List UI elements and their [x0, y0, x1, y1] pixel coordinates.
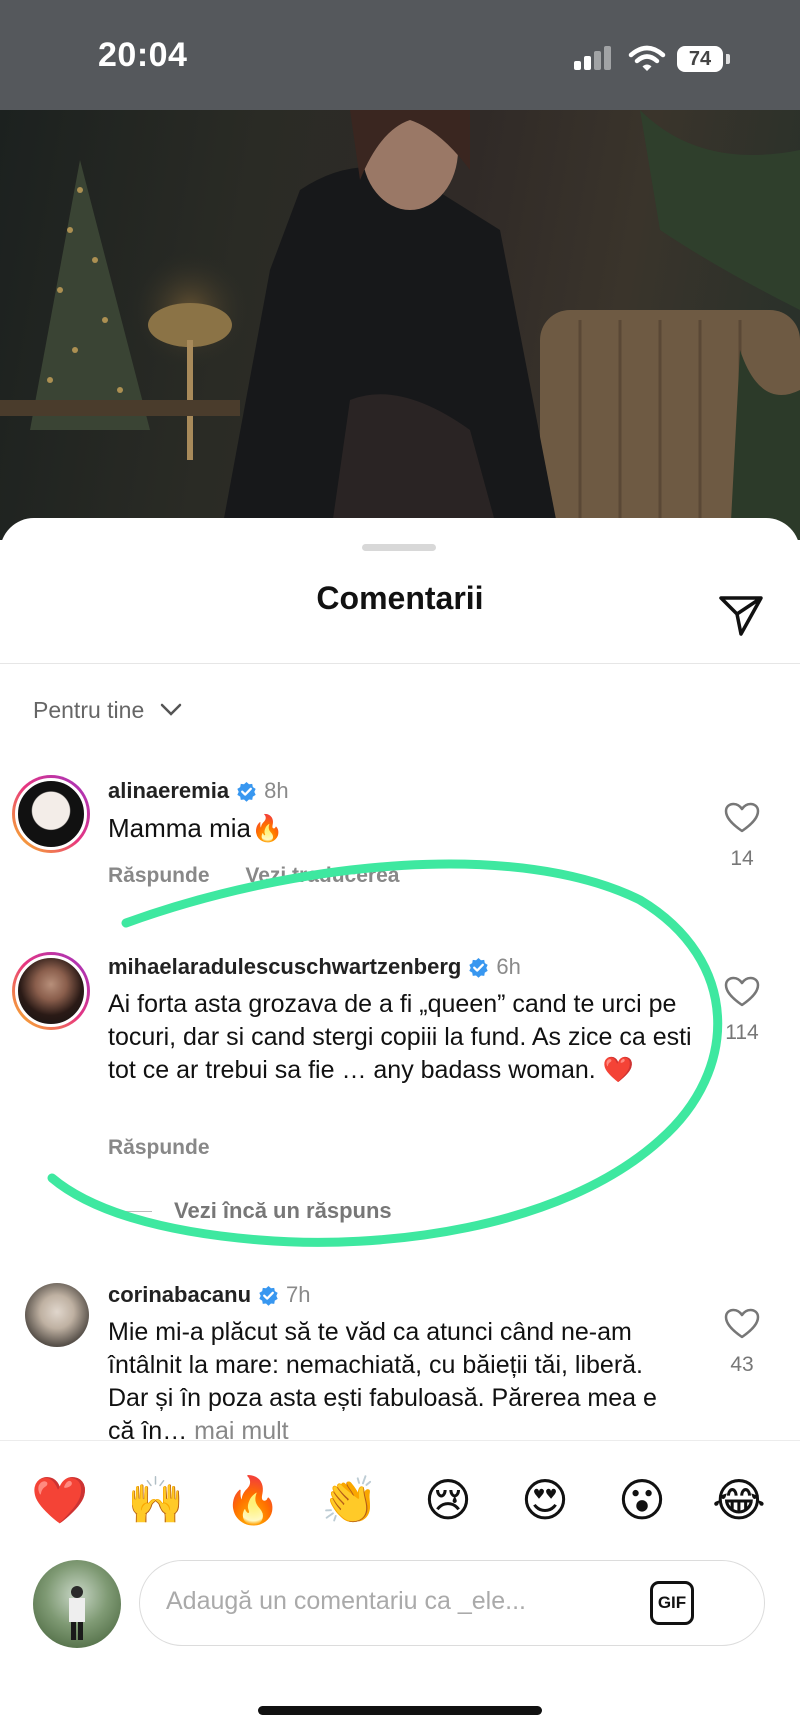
- comment-text: Ai forta asta grozava de a fi „queen” ca…: [108, 990, 692, 1084]
- comment-input-placeholder: Adaugă un comentariu ca _ele...: [166, 1587, 526, 1615]
- post-photo-background: [0, 110, 800, 540]
- sheet-title: Comentarii: [316, 580, 484, 616]
- laughing-reaction-button[interactable]: 😂: [709, 1470, 769, 1530]
- cellular-signal-icon: [572, 44, 612, 74]
- status-time: 20:04: [98, 36, 188, 74]
- home-indicator: [258, 1706, 542, 1715]
- heart-icon[interactable]: [724, 802, 760, 834]
- battery-cap: [726, 54, 730, 64]
- avatar[interactable]: [25, 1283, 89, 1347]
- view-more-replies[interactable]: Vezi încă un răspuns: [108, 1198, 392, 1224]
- more-link[interactable]: mai mult: [194, 1417, 288, 1440]
- comment-header: alinaeremia 8h: [108, 778, 289, 804]
- comment-username[interactable]: alinaeremia: [108, 778, 229, 804]
- crying-reaction-button[interactable]: 😢: [418, 1470, 478, 1530]
- quick-reactions: ❤️ 🙌 🔥 👏 😢 😍 😮 😂: [0, 1470, 800, 1530]
- verified-badge-icon: [259, 1285, 278, 1306]
- chevron-down-icon: [161, 703, 182, 716]
- like-count: 14: [730, 847, 754, 870]
- my-avatar-illustration: [69, 1586, 85, 1640]
- surprised-reaction-button[interactable]: 😮: [612, 1470, 672, 1530]
- battery-indicator: 74: [677, 46, 723, 72]
- clapping-reaction-button[interactable]: 👏: [320, 1470, 380, 1530]
- like-control[interactable]: 14: [722, 802, 762, 871]
- comment-actions: Răspunde Vezi traducerea: [108, 864, 429, 888]
- comment-username[interactable]: mihaelaradulescuschwartzenberg: [108, 954, 461, 980]
- header-divider: [0, 663, 800, 664]
- view-more-replies-label: Vezi încă un răspuns: [174, 1198, 392, 1223]
- verified-badge-icon: [237, 781, 256, 802]
- gif-button[interactable]: GIF: [650, 1581, 694, 1625]
- comment-text-wrap: Mie mi-a plăcut să te văd ca atunci când…: [108, 1316, 678, 1440]
- like-control[interactable]: 114: [722, 976, 762, 1045]
- reaction-bar-divider: [0, 1440, 800, 1441]
- heart-icon[interactable]: [724, 1308, 760, 1340]
- heart-icon[interactable]: [724, 976, 760, 1008]
- comment-item: corinabacanu 7h Mie mi-a plăcut să te vă…: [0, 1278, 800, 1440]
- verified-badge-icon: [469, 957, 489, 978]
- fire-reaction-button[interactable]: 🔥: [223, 1470, 283, 1530]
- comment-text: Mie mi-a plăcut să te văd ca atunci când…: [108, 1318, 657, 1440]
- like-control[interactable]: 43: [722, 1308, 762, 1377]
- heart-reaction-button[interactable]: ❤️: [30, 1470, 90, 1530]
- send-icon[interactable]: [718, 594, 764, 638]
- comment-header: mihaelaradulescuschwartzenberg 6h: [108, 954, 521, 980]
- comment-actions: Răspunde: [108, 1136, 240, 1160]
- comment-username[interactable]: corinabacanu: [108, 1282, 251, 1308]
- wifi-icon: [628, 45, 666, 71]
- comment-text: Mamma mia🔥: [108, 813, 284, 843]
- avatar[interactable]: [12, 775, 90, 853]
- sheet-grabber[interactable]: [362, 544, 436, 551]
- sort-dropdown[interactable]: Pentru tine: [33, 690, 182, 730]
- heart-eyes-reaction-button[interactable]: 😍: [515, 1470, 575, 1530]
- comment-input[interactable]: Adaugă un comentariu ca _ele... GIF: [139, 1560, 765, 1646]
- post-photo-illustration: [0, 110, 800, 540]
- like-count: 43: [730, 1353, 754, 1376]
- replies-line: [108, 1210, 152, 1212]
- see-translation-button[interactable]: Vezi traducerea: [245, 864, 399, 887]
- comment-time: 7h: [286, 1282, 311, 1307]
- status-bar: 20:04 74: [0, 0, 800, 110]
- my-avatar[interactable]: [33, 1560, 121, 1648]
- reply-button[interactable]: Răspunde: [108, 1136, 210, 1159]
- comment-time: 6h: [496, 954, 521, 979]
- comment-header: corinabacanu 7h: [108, 1282, 311, 1308]
- like-count: 114: [725, 1021, 759, 1044]
- sort-label: Pentru tine: [33, 696, 145, 723]
- reply-button[interactable]: Răspunde: [108, 864, 210, 887]
- comment-time: 8h: [264, 778, 289, 803]
- comments-sheet: Comentarii Pentru tine: [0, 518, 800, 1734]
- raising-hands-reaction-button[interactable]: 🙌: [126, 1470, 186, 1530]
- avatar[interactable]: [12, 952, 90, 1030]
